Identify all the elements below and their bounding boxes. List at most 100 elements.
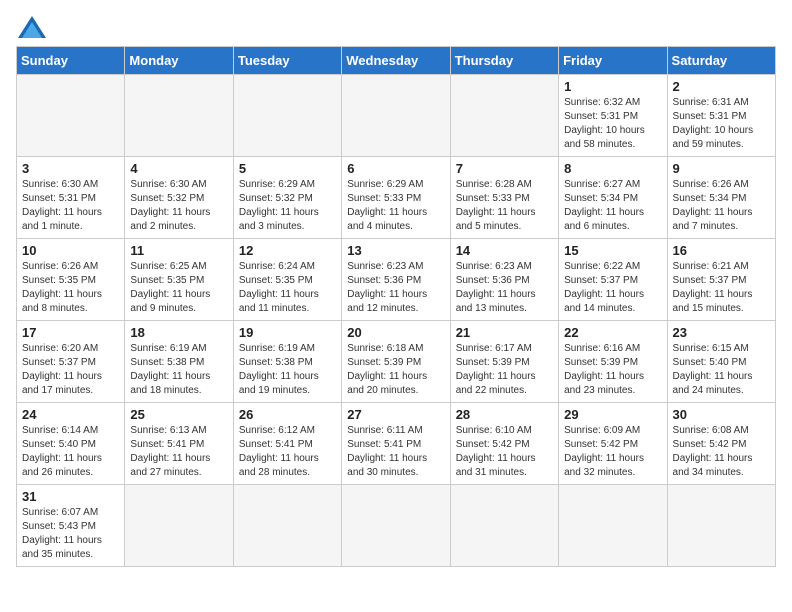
day-cell: 22 Sunrise: 6:16 AM Sunset: 5:39 PM Dayli… bbox=[559, 321, 667, 403]
day-detail: Sunrise: 6:07 AM Sunset: 5:43 PM Dayligh… bbox=[22, 506, 119, 562]
day-cell: 30 Sunrise: 6:08 AM Sunset: 5:42 PM Dayli… bbox=[667, 403, 775, 485]
day-number: 3 bbox=[22, 161, 119, 176]
day-number: 29 bbox=[564, 407, 661, 422]
day-cell: 7Sunrise: 6:28 AM Sunset: 5:33 PM Daylig… bbox=[450, 157, 558, 239]
day-number: 9 bbox=[673, 161, 770, 176]
day-detail: Sunrise: 6:26 AM Sunset: 5:35 PM Dayligh… bbox=[22, 260, 119, 316]
day-cell: 8 Sunrise: 6:27 AM Sunset: 5:34 PM Daylig… bbox=[559, 157, 667, 239]
day-cell: 13Sunrise: 6:23 AM Sunset: 5:36 PM Dayli… bbox=[342, 239, 450, 321]
day-number: 31 bbox=[22, 489, 119, 504]
day-number: 10 bbox=[22, 243, 119, 258]
day-number: 11 bbox=[130, 243, 227, 258]
day-detail: Sunrise: 6:31 AM Sunset: 5:31 PM Dayligh… bbox=[673, 96, 770, 152]
day-cell: 12Sunrise: 6:24 AM Sunset: 5:35 PM Dayli… bbox=[233, 239, 341, 321]
calendar: SundayMondayTuesdayWednesdayThursdayFrid… bbox=[16, 46, 776, 567]
day-detail: Sunrise: 6:23 AM Sunset: 5:36 PM Dayligh… bbox=[456, 260, 553, 316]
col-header-saturday: Saturday bbox=[667, 47, 775, 75]
day-number: 28 bbox=[456, 407, 553, 422]
day-cell: 17 Sunrise: 6:20 AM Sunset: 5:37 PM Dayli… bbox=[17, 321, 125, 403]
day-cell: 28 Sunrise: 6:10 AM Sunset: 5:42 PM Dayli… bbox=[450, 403, 558, 485]
day-cell bbox=[342, 75, 450, 157]
day-cell bbox=[233, 485, 341, 567]
day-number: 21 bbox=[456, 325, 553, 340]
day-number: 27 bbox=[347, 407, 444, 422]
day-detail: Sunrise: 6:27 AM Sunset: 5:34 PM Dayligh… bbox=[564, 178, 661, 234]
day-cell: 5 Sunrise: 6:29 AM Sunset: 5:32 PM Daylig… bbox=[233, 157, 341, 239]
day-number: 1 bbox=[564, 79, 661, 94]
day-number: 25 bbox=[130, 407, 227, 422]
day-cell: 27 Sunrise: 6:11 AM Sunset: 5:41 PM Dayli… bbox=[342, 403, 450, 485]
day-detail: Sunrise: 6:13 AM Sunset: 5:41 PM Dayligh… bbox=[130, 424, 227, 480]
day-cell bbox=[342, 485, 450, 567]
day-number: 14 bbox=[456, 243, 553, 258]
day-cell bbox=[559, 485, 667, 567]
day-detail: Sunrise: 6:14 AM Sunset: 5:40 PM Dayligh… bbox=[22, 424, 119, 480]
day-cell: 11 Sunrise: 6:25 AM Sunset: 5:35 PM Dayli… bbox=[125, 239, 233, 321]
day-detail: Sunrise: 6:16 AM Sunset: 5:39 PM Dayligh… bbox=[564, 342, 661, 398]
col-header-wednesday: Wednesday bbox=[342, 47, 450, 75]
day-detail: Sunrise: 6:08 AM Sunset: 5:42 PM Dayligh… bbox=[673, 424, 770, 480]
day-cell bbox=[233, 75, 341, 157]
day-number: 2 bbox=[673, 79, 770, 94]
day-detail: Sunrise: 6:29 AM Sunset: 5:33 PM Dayligh… bbox=[347, 178, 444, 234]
day-number: 5 bbox=[239, 161, 336, 176]
day-detail: Sunrise: 6:19 AM Sunset: 5:38 PM Dayligh… bbox=[239, 342, 336, 398]
week-row-5: 31 Sunrise: 6:07 AM Sunset: 5:43 PM Dayli… bbox=[17, 485, 776, 567]
logo-icon bbox=[18, 16, 46, 38]
day-detail: Sunrise: 6:32 AM Sunset: 5:31 PM Dayligh… bbox=[564, 96, 661, 152]
day-cell: 21Sunrise: 6:17 AM Sunset: 5:39 PM Dayli… bbox=[450, 321, 558, 403]
day-number: 6 bbox=[347, 161, 444, 176]
day-cell: 23 Sunrise: 6:15 AM Sunset: 5:40 PM Dayli… bbox=[667, 321, 775, 403]
day-number: 19 bbox=[239, 325, 336, 340]
day-cell bbox=[125, 485, 233, 567]
day-cell: 9 Sunrise: 6:26 AM Sunset: 5:34 PM Daylig… bbox=[667, 157, 775, 239]
day-cell: 24 Sunrise: 6:14 AM Sunset: 5:40 PM Dayli… bbox=[17, 403, 125, 485]
day-detail: Sunrise: 6:10 AM Sunset: 5:42 PM Dayligh… bbox=[456, 424, 553, 480]
calendar-header-row: SundayMondayTuesdayWednesdayThursdayFrid… bbox=[17, 47, 776, 75]
day-cell: 20Sunrise: 6:18 AM Sunset: 5:39 PM Dayli… bbox=[342, 321, 450, 403]
day-detail: Sunrise: 6:11 AM Sunset: 5:41 PM Dayligh… bbox=[347, 424, 444, 480]
day-cell bbox=[450, 75, 558, 157]
day-cell: 26Sunrise: 6:12 AM Sunset: 5:41 PM Dayli… bbox=[233, 403, 341, 485]
day-detail: Sunrise: 6:21 AM Sunset: 5:37 PM Dayligh… bbox=[673, 260, 770, 316]
day-detail: Sunrise: 6:20 AM Sunset: 5:37 PM Dayligh… bbox=[22, 342, 119, 398]
col-header-friday: Friday bbox=[559, 47, 667, 75]
day-detail: Sunrise: 6:28 AM Sunset: 5:33 PM Dayligh… bbox=[456, 178, 553, 234]
day-detail: Sunrise: 6:29 AM Sunset: 5:32 PM Dayligh… bbox=[239, 178, 336, 234]
day-number: 13 bbox=[347, 243, 444, 258]
col-header-monday: Monday bbox=[125, 47, 233, 75]
day-cell: 3 Sunrise: 6:30 AM Sunset: 5:31 PM Daylig… bbox=[17, 157, 125, 239]
day-cell: 16Sunrise: 6:21 AM Sunset: 5:37 PM Dayli… bbox=[667, 239, 775, 321]
day-cell: 15Sunrise: 6:22 AM Sunset: 5:37 PM Dayli… bbox=[559, 239, 667, 321]
header bbox=[16, 16, 776, 38]
day-cell: 31 Sunrise: 6:07 AM Sunset: 5:43 PM Dayli… bbox=[17, 485, 125, 567]
week-row-3: 17 Sunrise: 6:20 AM Sunset: 5:37 PM Dayli… bbox=[17, 321, 776, 403]
day-number: 17 bbox=[22, 325, 119, 340]
week-row-1: 3 Sunrise: 6:30 AM Sunset: 5:31 PM Daylig… bbox=[17, 157, 776, 239]
day-cell: 19 Sunrise: 6:19 AM Sunset: 5:38 PM Dayli… bbox=[233, 321, 341, 403]
col-header-sunday: Sunday bbox=[17, 47, 125, 75]
day-cell: 29Sunrise: 6:09 AM Sunset: 5:42 PM Dayli… bbox=[559, 403, 667, 485]
day-detail: Sunrise: 6:30 AM Sunset: 5:31 PM Dayligh… bbox=[22, 178, 119, 234]
day-detail: Sunrise: 6:25 AM Sunset: 5:35 PM Dayligh… bbox=[130, 260, 227, 316]
day-number: 30 bbox=[673, 407, 770, 422]
week-row-2: 10 Sunrise: 6:26 AM Sunset: 5:35 PM Dayli… bbox=[17, 239, 776, 321]
day-number: 22 bbox=[564, 325, 661, 340]
day-number: 15 bbox=[564, 243, 661, 258]
day-cell bbox=[667, 485, 775, 567]
day-number: 24 bbox=[22, 407, 119, 422]
day-number: 8 bbox=[564, 161, 661, 176]
logo bbox=[16, 16, 46, 38]
day-cell: 25 Sunrise: 6:13 AM Sunset: 5:41 PM Dayli… bbox=[125, 403, 233, 485]
day-number: 23 bbox=[673, 325, 770, 340]
day-cell bbox=[450, 485, 558, 567]
day-detail: Sunrise: 6:19 AM Sunset: 5:38 PM Dayligh… bbox=[130, 342, 227, 398]
day-cell bbox=[125, 75, 233, 157]
day-cell: 1 Sunrise: 6:32 AM Sunset: 5:31 PM Daylig… bbox=[559, 75, 667, 157]
day-detail: Sunrise: 6:26 AM Sunset: 5:34 PM Dayligh… bbox=[673, 178, 770, 234]
week-row-4: 24 Sunrise: 6:14 AM Sunset: 5:40 PM Dayli… bbox=[17, 403, 776, 485]
day-number: 18 bbox=[130, 325, 227, 340]
day-detail: Sunrise: 6:30 AM Sunset: 5:32 PM Dayligh… bbox=[130, 178, 227, 234]
day-detail: Sunrise: 6:15 AM Sunset: 5:40 PM Dayligh… bbox=[673, 342, 770, 398]
day-number: 12 bbox=[239, 243, 336, 258]
